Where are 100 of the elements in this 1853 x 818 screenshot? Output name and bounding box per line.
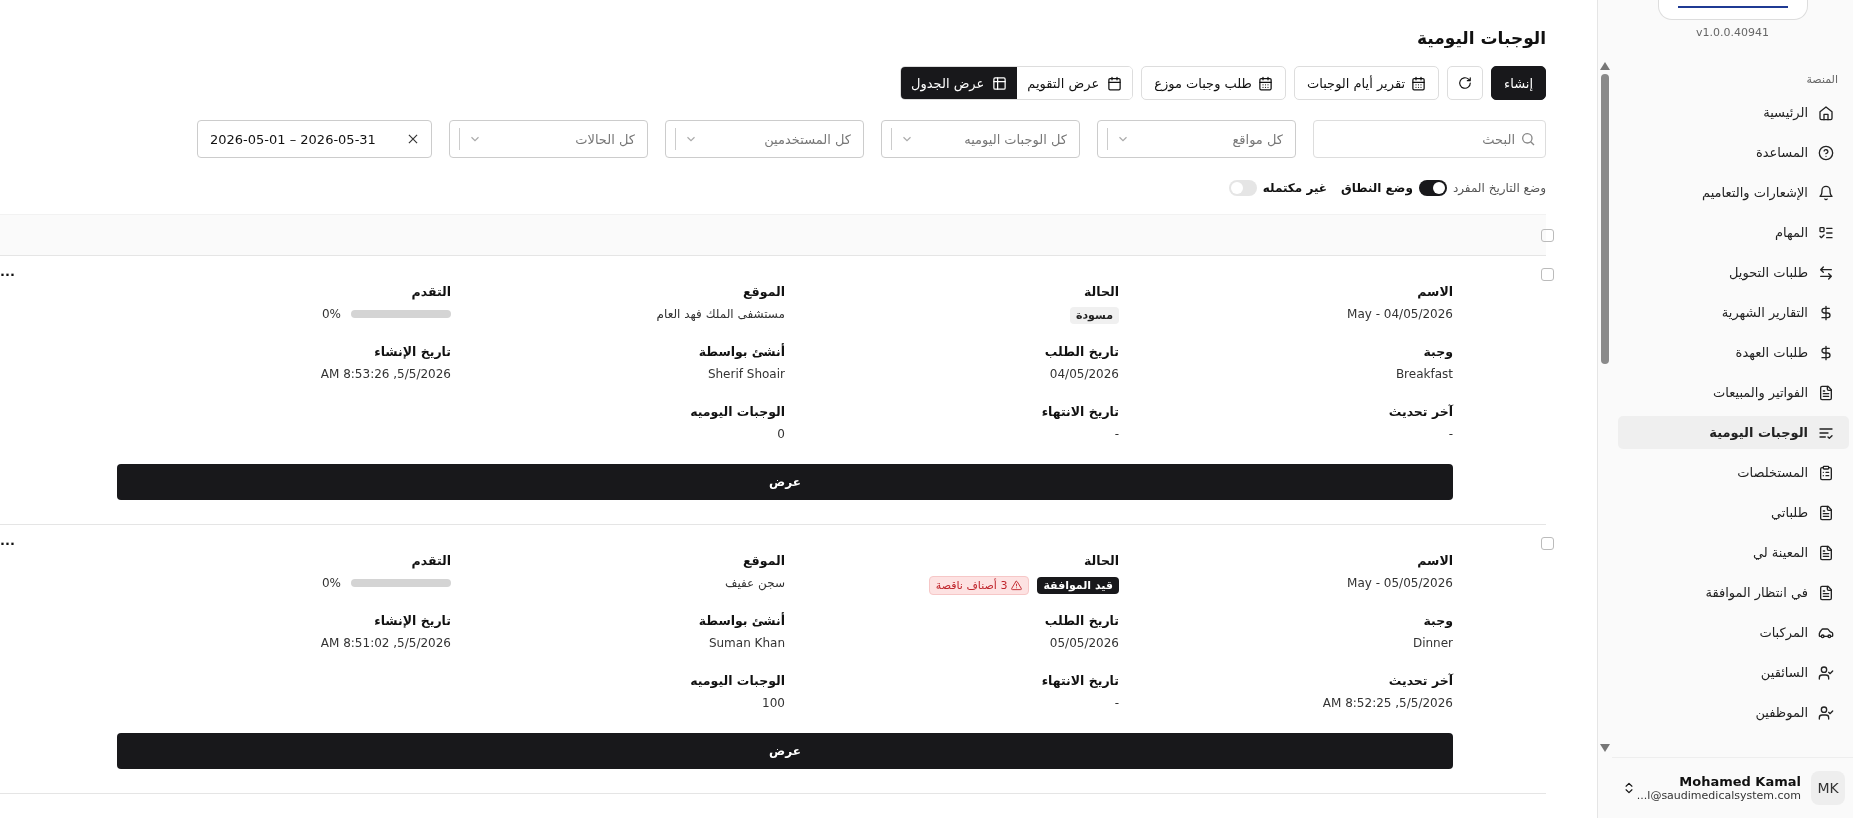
document-icon <box>1818 384 1834 401</box>
field-value: - <box>1114 427 1119 441</box>
action-button[interactable]: طلب وجبات موزع <box>1141 66 1286 100</box>
row-checkbox[interactable] <box>1541 537 1554 550</box>
view-button[interactable]: عرض <box>117 464 1453 500</box>
field-label: الموقع <box>743 553 785 568</box>
filter-select[interactable]: كل الوجبات اليوميه <box>881 120 1080 158</box>
version-label: v1.0.0.40941 <box>1695 26 1770 39</box>
field-label: تاريخ الإنشاء <box>374 613 451 628</box>
user-check-icon <box>1818 704 1834 721</box>
field-label: الاسم <box>1417 553 1453 568</box>
document-icon <box>1818 584 1834 601</box>
row-checkbox[interactable] <box>1541 268 1554 281</box>
warning-icon <box>1011 580 1023 591</box>
scrollbar-thumb[interactable] <box>1601 74 1609 364</box>
sidebar-item[interactable]: الفواتير والمبيعات <box>1618 376 1849 409</box>
dollar-icon <box>1818 344 1834 361</box>
document-icon <box>1818 504 1834 521</box>
field-label: الوجبات اليوميه <box>690 673 785 688</box>
table-icon <box>992 75 1008 91</box>
incomplete-switch[interactable] <box>1228 180 1257 196</box>
field-value: 5/5/2026, 8:51:02 AM <box>320 636 451 650</box>
field-value: 5/5/2026, 8:53:26 AM <box>320 367 451 381</box>
clear-icon[interactable] <box>406 132 420 146</box>
page-title: الوجبات اليومية <box>1416 28 1546 48</box>
user-avatar[interactable]: MK <box>1811 771 1845 805</box>
calendar-icon <box>1411 75 1427 91</box>
field-value: Sherif Shoair <box>707 367 785 381</box>
more-menu[interactable]: ... <box>0 537 16 545</box>
select-all-checkbox[interactable] <box>1541 228 1554 242</box>
field-value: 05/05/2026 - May <box>1347 576 1453 590</box>
user-check-icon <box>1818 664 1834 681</box>
action-button[interactable]: تقرير أيام الوجبات <box>1294 66 1440 100</box>
sidebar-item[interactable]: المستخلصات <box>1618 456 1849 489</box>
warning-badge: 3 أصناف ناقصة <box>928 576 1030 595</box>
field-label: الاسم <box>1417 284 1453 299</box>
field-label: الموقع <box>743 284 785 299</box>
toggle-label: وضع النطاق <box>1341 181 1413 195</box>
checklist-icon <box>1818 224 1834 241</box>
field-label: أنشئ بواسطة <box>698 613 785 628</box>
status-badge: قيد الموافقة <box>1037 577 1119 594</box>
sidebar-item[interactable]: المعينة لي <box>1618 536 1849 569</box>
create-button[interactable]: إنشاء <box>1491 66 1546 100</box>
sidebar-item[interactable]: المركبات <box>1618 616 1849 649</box>
refresh-button[interactable] <box>1447 66 1484 100</box>
sidebar-item[interactable]: المهام <box>1618 216 1849 249</box>
field-label: وجبة <box>1423 344 1453 359</box>
sidebar-item[interactable]: الموظفين <box>1618 696 1849 729</box>
filter-select[interactable]: كل مواقع <box>1097 120 1296 158</box>
field-label: تاريخ الانتهاء <box>1041 404 1119 419</box>
more-menu[interactable]: ... <box>0 268 16 276</box>
swap-arrows-icon <box>1818 264 1834 281</box>
sidebar-item[interactable]: الوجبات اليومية <box>1618 416 1849 449</box>
user-name: Mohamed Kamal <box>1679 774 1801 789</box>
field-value: - <box>1448 427 1453 441</box>
field-label: الحالة <box>1084 284 1119 299</box>
refresh-icon <box>1458 76 1473 90</box>
sidebar-item[interactable]: طلباتي <box>1618 496 1849 529</box>
bell-icon <box>1818 184 1834 201</box>
toggle-label: وضع التاريخ المفرد <box>1452 181 1546 195</box>
calendar-icon <box>1258 75 1273 91</box>
filter-select[interactable]: كل الحالات <box>449 120 648 158</box>
field-label: أنشئ بواسطة <box>698 344 785 359</box>
field-value: 5/5/2026, 8:52:25 AM <box>1322 696 1453 710</box>
field-value: 100 <box>762 696 785 710</box>
sidebar-item[interactable]: المساعدة <box>1618 136 1849 169</box>
scroll-down-icon[interactable] <box>1600 744 1610 752</box>
field-value: Dinner <box>1412 636 1453 650</box>
document-icon <box>1818 544 1834 561</box>
search-field[interactable]: البحث <box>1313 120 1546 158</box>
field-value: 05/05/2026 <box>1049 636 1119 650</box>
status-badge: مسودة <box>1069 307 1119 324</box>
sidebar-item[interactable]: في انتظار الموافقة <box>1618 576 1849 609</box>
view-tab[interactable]: عرض الجدول <box>901 67 1018 99</box>
section-label: المنصة <box>1805 72 1839 88</box>
field-value: 04/05/2026 <box>1049 367 1119 381</box>
field-value: Breakfast <box>1395 367 1453 381</box>
scroll-up-icon[interactable] <box>1600 62 1610 70</box>
search-icon <box>1520 131 1536 147</box>
date-mode-switch[interactable] <box>1418 180 1447 196</box>
sidebar-item[interactable]: التقارير الشهرية <box>1618 296 1849 329</box>
progress-reading: 0% <box>321 576 341 590</box>
view-button[interactable]: عرض <box>117 733 1453 769</box>
date-range-field[interactable]: 2026-05-01 – 2026-05-31 <box>197 120 432 158</box>
sidebar-item[interactable]: طلبات التحويل <box>1618 256 1849 289</box>
field-label: تاريخ الطلب <box>1044 613 1119 628</box>
field-label: الحالة <box>1084 553 1119 568</box>
field-value: - <box>1114 696 1119 710</box>
field-label: آخر تحديث <box>1388 673 1453 688</box>
field-label: وجبة <box>1423 613 1453 628</box>
sidebar-item[interactable]: الرئيسية <box>1618 96 1849 129</box>
field-label: تاريخ الطلب <box>1044 344 1119 359</box>
sidebar-item[interactable]: الإشعارات والتعاميم <box>1618 176 1849 209</box>
filter-select[interactable]: كل المستخدمين <box>665 120 864 158</box>
field-label: التقدم <box>411 553 451 568</box>
user-email: ...l@saudimedicalsystem.com <box>1636 789 1801 802</box>
sidebar-item[interactable]: السائقين <box>1618 656 1849 689</box>
dollar-icon <box>1818 304 1834 321</box>
sidebar-item[interactable]: طلبات العهدة <box>1618 336 1849 369</box>
field-label: التقدم <box>411 284 451 299</box>
